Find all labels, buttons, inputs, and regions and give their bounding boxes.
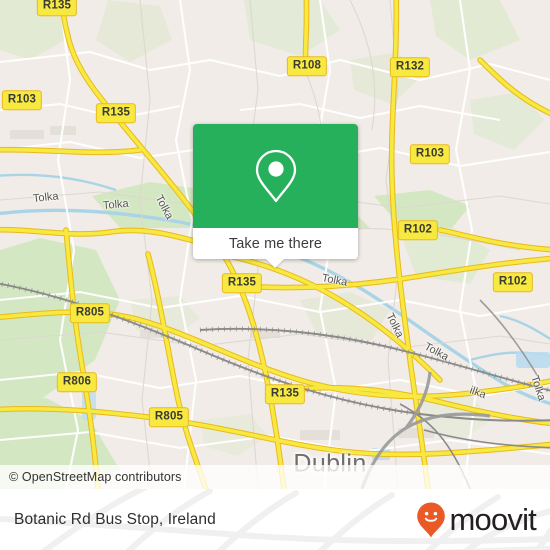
footer-content-row: Botanic Rd Bus Stop, Ireland moovit bbox=[0, 489, 550, 550]
map-canvas[interactable]: R135 R108 R132 R103 R135 R103 R102 R102 … bbox=[0, 0, 550, 489]
popup-card-tail bbox=[266, 259, 284, 268]
road-shield[interactable]: R103 bbox=[1, 90, 43, 110]
river-label: Tolka bbox=[102, 197, 130, 212]
road-shield[interactable]: R102 bbox=[397, 220, 439, 240]
road-shield[interactable]: R135 bbox=[264, 384, 306, 404]
road-shield[interactable]: R102 bbox=[492, 272, 534, 292]
popup-card-header bbox=[193, 124, 358, 228]
destination-popup-card[interactable]: Take me there bbox=[193, 124, 358, 259]
take-me-there-label: Take me there bbox=[228, 235, 323, 252]
moovit-wordmark: moovit bbox=[449, 502, 536, 537]
road-shield[interactable]: R135 bbox=[95, 103, 137, 123]
place-title: Botanic Rd Bus Stop, Ireland bbox=[14, 510, 216, 528]
road-shield[interactable]: R135 bbox=[221, 273, 263, 293]
osm-attribution-text[interactable]: © OpenStreetMap contributors bbox=[0, 470, 182, 484]
road-shield[interactable]: R108 bbox=[286, 56, 328, 76]
footer-bar: Botanic Rd Bus Stop, Ireland moovit bbox=[0, 489, 550, 550]
road-shield[interactable]: R132 bbox=[389, 57, 431, 77]
moovit-smiley-pin-icon bbox=[417, 502, 446, 537]
road-shield[interactable]: R805 bbox=[69, 303, 111, 323]
moovit-logo[interactable]: moovit bbox=[416, 501, 537, 539]
popup-card-action[interactable]: Take me there bbox=[193, 228, 358, 259]
road-shield[interactable]: R135 bbox=[36, 0, 78, 16]
screenshot-root: R135 R108 R132 R103 R135 R103 R102 R102 … bbox=[0, 0, 550, 550]
road-shield[interactable]: R103 bbox=[409, 144, 451, 164]
map-attribution-bar: © OpenStreetMap contributors bbox=[0, 465, 550, 489]
location-pin-icon bbox=[255, 149, 296, 203]
road-shield[interactable]: R806 bbox=[56, 372, 98, 392]
road-shield[interactable]: R805 bbox=[148, 407, 190, 427]
